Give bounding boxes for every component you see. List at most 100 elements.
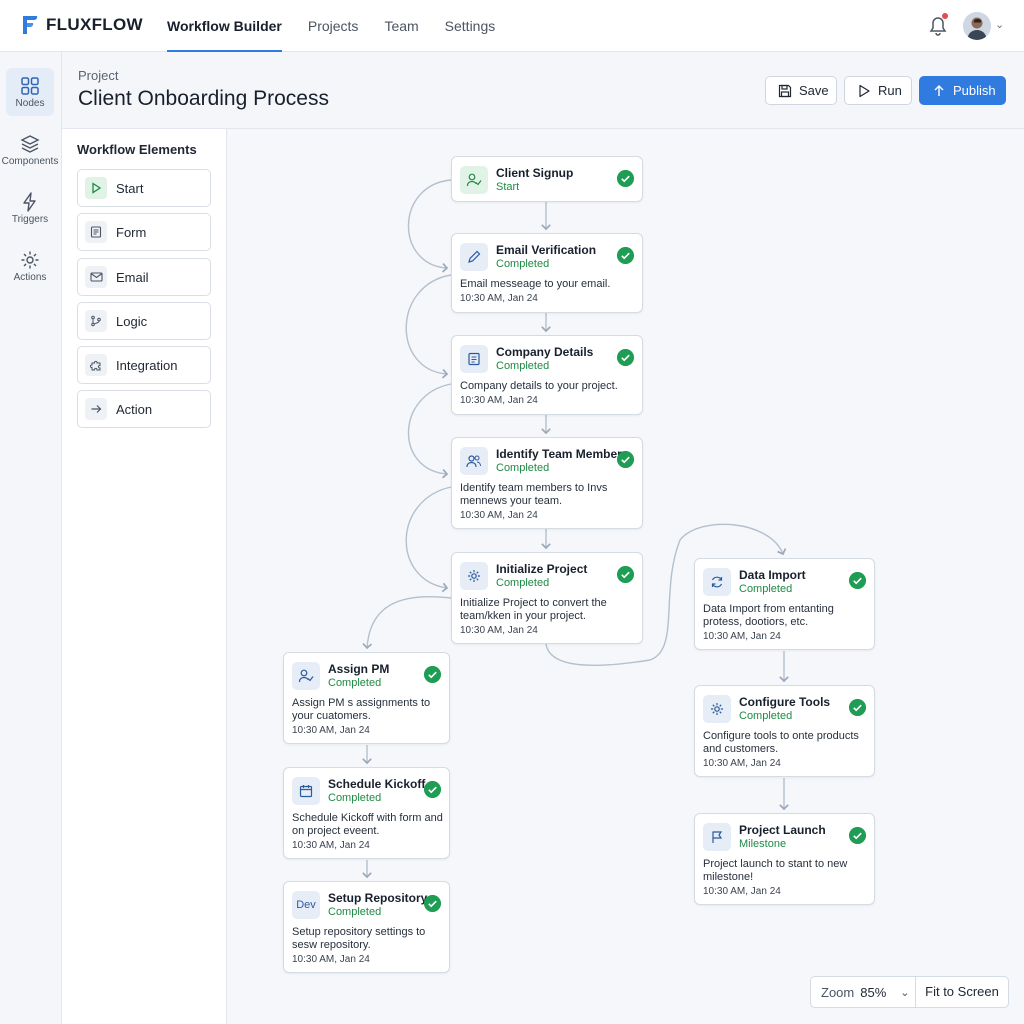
rail-label-triggers: Triggers <box>11 214 49 225</box>
branch-icon <box>85 310 107 332</box>
mail-icon <box>85 266 107 288</box>
node-title: Identify Team Members <box>496 447 629 461</box>
node-project-launch[interactable]: Project Launch Milestone Project launch … <box>694 813 875 905</box>
node-description: Setup repository settings to sesw reposi… <box>292 926 426 951</box>
gear-icon <box>21 251 39 269</box>
node-assign-pm[interactable]: Assign PM Completed Assign PM s assignme… <box>283 652 450 744</box>
node-identify-team-members[interactable]: Identify Team Members Completed Identify… <box>451 437 643 529</box>
node-description: Data Import from entanting protess, doot… <box>703 603 834 628</box>
save-button[interactable]: Save <box>765 76 837 105</box>
node-timestamp: 10:30 AM, Jan 24 <box>292 840 370 851</box>
element-label: Logic <box>116 313 148 329</box>
pencil-icon <box>460 243 488 271</box>
element-email[interactable]: Email <box>77 258 211 296</box>
play-icon <box>85 177 107 199</box>
save-icon <box>778 84 792 97</box>
arrow-right-icon <box>85 398 107 420</box>
puzzle-icon <box>85 354 107 376</box>
user-check-icon <box>292 662 320 690</box>
notification-dot <box>942 13 948 19</box>
gear-icon <box>460 562 488 590</box>
check-circle-icon <box>849 827 866 844</box>
check-circle-icon <box>424 781 441 798</box>
node-description: Configure tools to onte products and cus… <box>703 730 859 755</box>
element-integration[interactable]: Integration <box>77 346 211 384</box>
element-label: Form <box>116 224 147 240</box>
zoom-value: 85% <box>860 984 887 1000</box>
user-check-icon <box>460 166 488 194</box>
node-title: Configure Tools <box>739 695 831 709</box>
element-label: Start <box>116 180 144 196</box>
run-label: Run <box>878 83 902 98</box>
node-configure-tools[interactable]: Configure Tools Completed Configure tool… <box>694 685 875 777</box>
rail-item-actions[interactable]: Actions <box>6 242 54 290</box>
node-initialize-project[interactable]: Initialize Project Completed Initialize … <box>451 552 643 644</box>
rail-label-nodes: Nodes <box>15 98 45 109</box>
rail-item-triggers[interactable]: Triggers <box>6 184 54 232</box>
app-logo[interactable]: FLUXFLOW <box>20 14 143 36</box>
calendar-icon <box>292 777 320 805</box>
run-button[interactable]: Run <box>844 76 912 105</box>
page-title: Client Onboarding Process <box>78 87 329 110</box>
workflow-canvas[interactable]: Client Signup Start Email Verification C… <box>228 129 1024 1024</box>
zoom-control[interactable]: Zoom 85% ⌄ <box>810 976 916 1008</box>
check-circle-icon <box>617 349 634 366</box>
node-title: Assign PM <box>328 662 390 676</box>
node-status: Completed <box>496 462 550 474</box>
node-timestamp: 10:30 AM, Jan 24 <box>292 725 370 736</box>
gear-icon <box>703 695 731 723</box>
node-company-details[interactable]: Company Details Completed Company detail… <box>451 335 643 415</box>
panel-title: Workflow Elements <box>77 142 197 157</box>
rail-item-nodes[interactable]: Nodes <box>6 68 54 116</box>
rail-item-components[interactable]: Components <box>2 126 58 174</box>
fit-to-screen-button[interactable]: Fit to Screen <box>915 976 1009 1008</box>
element-form[interactable]: Form <box>77 213 211 251</box>
node-status: Milestone <box>739 838 787 850</box>
node-title: Initialize Project <box>496 562 588 576</box>
nav-workflow-builder[interactable]: Workflow Builder <box>167 0 282 52</box>
rail-label-actions: Actions <box>13 272 47 283</box>
node-title: Email Verification <box>496 243 597 257</box>
zoom-label: Zoom <box>821 984 855 1000</box>
top-bar: FLUXFLOW Workflow Builder Projects Team … <box>0 0 1024 52</box>
chevron-down-icon[interactable]: ⌄ <box>995 18 1004 31</box>
node-title: Schedule Kickoff <box>328 777 426 791</box>
form-icon <box>85 221 107 243</box>
dev-icon: Dev <box>292 891 320 919</box>
refresh-icon <box>703 568 731 596</box>
flag-icon <box>703 823 731 851</box>
node-timestamp: 10:30 AM, Jan 24 <box>460 625 538 636</box>
check-circle-icon <box>617 451 634 468</box>
node-status: Completed <box>496 360 550 372</box>
node-status: Completed <box>328 792 382 804</box>
bolt-icon <box>23 192 36 212</box>
play-icon <box>859 84 870 97</box>
node-description: Schedule Kickoff with form and on projec… <box>292 812 443 837</box>
app-name: FLUXFLOW <box>46 15 143 34</box>
upload-icon <box>934 84 944 96</box>
element-action[interactable]: Action <box>77 390 211 428</box>
node-timestamp: 10:30 AM, Jan 24 <box>703 758 781 769</box>
node-timestamp: 10:30 AM, Jan 24 <box>460 510 538 521</box>
node-timestamp: 10:30 AM, Jan 24 <box>292 954 370 965</box>
node-title: Setup Repository <box>328 891 428 905</box>
element-logic[interactable]: Logic <box>77 302 211 340</box>
node-timestamp: 10:30 AM, Jan 24 <box>703 886 781 897</box>
element-start[interactable]: Start <box>77 169 211 207</box>
node-data-import[interactable]: Data Import Completed Data Import from e… <box>694 558 875 650</box>
rail-label-components: Components <box>1 156 59 167</box>
nav-projects[interactable]: Projects <box>308 0 359 52</box>
node-setup-repository[interactable]: Dev Setup Repository Completed Setup rep… <box>283 881 450 973</box>
layers-icon <box>20 135 40 153</box>
node-schedule-kickoff[interactable]: Schedule Kickoff Completed Schedule Kick… <box>283 767 450 859</box>
avatar[interactable] <box>963 12 991 40</box>
node-timestamp: 10:30 AM, Jan 24 <box>460 293 538 304</box>
nav-team[interactable]: Team <box>384 0 418 52</box>
nav-settings[interactable]: Settings <box>445 0 496 52</box>
node-client-signup[interactable]: Client Signup Start <box>451 156 643 202</box>
check-circle-icon <box>849 572 866 589</box>
node-description: Initialize Project to convert the team/k… <box>460 597 607 622</box>
node-email-verification[interactable]: Email Verification Completed Email messe… <box>451 233 643 313</box>
publish-button[interactable]: Publish <box>919 76 1006 105</box>
node-status: Completed <box>328 906 382 918</box>
